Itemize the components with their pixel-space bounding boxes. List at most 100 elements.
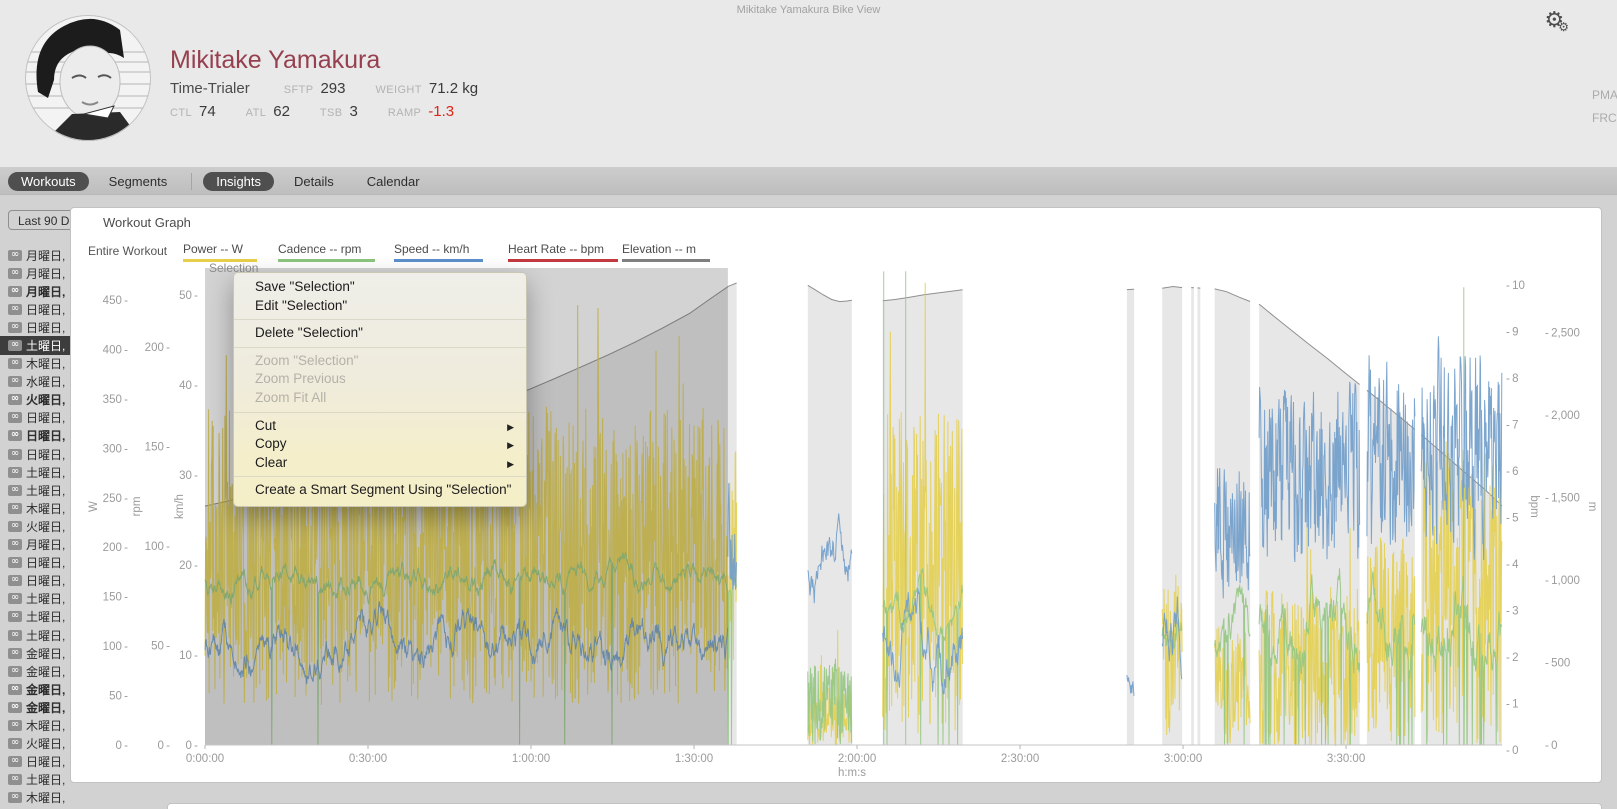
bike-workout-icon: ∞ <box>8 701 22 713</box>
workout-list-item-11[interactable]: ∞ 日曜日, <box>0 445 80 463</box>
menu-separator <box>234 476 526 478</box>
workout-item-label: 日曜日, <box>26 755 66 770</box>
workout-item-label: 火曜日, <box>26 393 66 408</box>
workout-list-item-15[interactable]: ∞ 火曜日, <box>0 517 80 535</box>
window-title: Mikitake Yamakura Bike View <box>736 4 881 16</box>
stat-label-ramp: RAMP <box>387 107 422 119</box>
scope-selector[interactable]: Entire Workout <box>88 244 167 258</box>
workout-item-label: 日曜日, <box>26 556 66 571</box>
stat-value-ramp: -1.3 <box>428 103 455 120</box>
menu-item-zoom-fit-all: Zoom Fit All <box>255 389 327 405</box>
menu-item-delete-selection[interactable]: Delete "Selection" <box>234 324 526 343</box>
workout-item-label: 日曜日, <box>26 574 66 589</box>
workout-list: ∞ 月曜日, ∞ 月曜日, ∞ 月曜日, ∞ 日曜日, ∞ 日曜日, ∞ 土曜日, ∞ 木曜日, ∞ 水曜日,… <box>0 246 80 807</box>
stat-label-tsb: TSB <box>319 107 343 119</box>
bike-workout-icon: ∞ <box>8 376 22 388</box>
bike-workout-icon: ∞ <box>8 321 22 333</box>
right-metric-labels: PMA FRC <box>1592 84 1617 130</box>
legend-item-heart-rate[interactable]: Heart Rate -- bpm <box>508 242 619 262</box>
bike-workout-icon: ∞ <box>8 593 22 605</box>
settings-gear-icon[interactable]: ⚙⚙ <box>1545 8 1576 34</box>
athlete-stats-row-2: CTL 74 ATL 62 TSB 3 RAMP -1.3 <box>170 103 484 121</box>
workout-list-item-20[interactable]: ∞ 土曜日, <box>0 608 80 626</box>
workout-list-item-1[interactable]: ∞ 月曜日, <box>0 264 80 282</box>
menu-item-clear[interactable]: Clear ▶ <box>234 454 526 473</box>
athlete-stats-row-1: Time-Trialer SFTP 293 WEIGHT 71.2 kg <box>170 80 508 98</box>
legend-item-power[interactable]: Power -- W <box>183 242 257 262</box>
workout-list-item-2[interactable]: ∞ 月曜日, <box>0 282 80 300</box>
workout-list-item-27[interactable]: ∞ 火曜日, <box>0 735 80 753</box>
bike-workout-icon: ∞ <box>8 683 22 695</box>
stat-label-weight: WEIGHT <box>375 84 422 96</box>
bike-workout-icon: ∞ <box>8 303 22 315</box>
workout-item-label: 木曜日, <box>26 718 66 733</box>
workout-list-item-21[interactable]: ∞ 土曜日, <box>0 626 80 644</box>
workout-list-item-23[interactable]: ∞ 金曜日, <box>0 662 80 680</box>
menu-item-edit-selection[interactable]: Edit "Selection" <box>234 297 526 316</box>
avatar <box>25 15 151 141</box>
legend-item-elevation[interactable]: Elevation -- m <box>622 242 711 262</box>
workout-list-item-28[interactable]: ∞ 日曜日, <box>0 753 80 771</box>
bike-workout-icon: ∞ <box>8 285 22 297</box>
workout-list-item-10[interactable]: ∞ 日曜日, <box>0 427 80 445</box>
workout-list-item-26[interactable]: ∞ 木曜日, <box>0 716 80 734</box>
workout-list-item-19[interactable]: ∞ 土曜日, <box>0 590 80 608</box>
workout-list-item-18[interactable]: ∞ 日曜日, <box>0 572 80 590</box>
tab-segments[interactable]: Segments <box>96 172 181 191</box>
workout-list-item-25[interactable]: ∞ 金曜日, <box>0 698 80 716</box>
workout-list-item-8[interactable]: ∞ 火曜日, <box>0 391 80 409</box>
bike-workout-icon: ∞ <box>8 756 22 768</box>
workout-list-item-24[interactable]: ∞ 金曜日, <box>0 680 80 698</box>
metric-label-pma: PMA <box>1592 88 1617 102</box>
legend-item-speed[interactable]: Speed -- km/h <box>394 242 484 262</box>
tab-workouts[interactable]: Workouts <box>8 171 89 191</box>
workout-item-label: 日曜日, <box>26 447 66 462</box>
workout-list-item-14[interactable]: ∞ 木曜日, <box>0 499 80 517</box>
workout-item-label: 日曜日, <box>26 429 66 444</box>
menu-item-save-selection[interactable]: Save "Selection" <box>234 278 526 297</box>
workout-list-item-12[interactable]: ∞ 土曜日, <box>0 463 80 481</box>
context-menu: Save "Selection" Edit "Selection" Delete "… <box>233 272 527 507</box>
workout-list-item-3[interactable]: ∞ 日曜日, <box>0 300 80 318</box>
workout-item-label: 水曜日, <box>26 375 66 390</box>
bike-workout-icon: ∞ <box>8 792 22 804</box>
workout-item-label: 金曜日, <box>26 646 66 661</box>
tab-calendar[interactable]: Calendar <box>354 172 433 191</box>
bike-workout-icon: ∞ <box>8 358 22 370</box>
workout-list-item-13[interactable]: ∞ 土曜日, <box>0 481 80 499</box>
workout-list-item-7[interactable]: ∞ 水曜日, <box>0 373 80 391</box>
menu-item-cut[interactable]: Cut ▶ <box>234 417 526 436</box>
menu-item-copy[interactable]: Copy ▶ <box>234 435 526 454</box>
legend-item-cadence[interactable]: Cadence -- rpm <box>278 242 376 262</box>
bike-workout-icon: ∞ <box>8 738 22 750</box>
workout-item-label: 土曜日, <box>26 339 66 354</box>
workout-list-item-30[interactable]: ∞ 木曜日, <box>0 789 80 807</box>
bike-workout-icon: ∞ <box>8 484 22 496</box>
bike-workout-icon: ∞ <box>8 267 22 279</box>
workout-item-label: 火曜日, <box>26 519 66 534</box>
bike-workout-icon: ∞ <box>8 539 22 551</box>
submenu-arrow-icon: ▶ <box>507 422 514 433</box>
bike-workout-icon: ∞ <box>8 719 22 731</box>
workout-list-item-6[interactable]: ∞ 木曜日, <box>0 355 80 373</box>
menu-item-create-a-smart-segment-using-selection[interactable]: Create a Smart Segment Using "Selection" <box>234 481 526 500</box>
tab-details[interactable]: Details <box>281 172 347 191</box>
workout-list-item-5[interactable]: ∞ 土曜日, <box>0 336 80 355</box>
workout-item-label: 土曜日, <box>26 465 66 480</box>
workout-item-label: 月曜日, <box>26 266 66 281</box>
workout-list-item-29[interactable]: ∞ 土曜日, <box>0 771 80 789</box>
tab-insights[interactable]: Insights <box>203 171 275 191</box>
menu-item-zoom-previous: Zoom Previous <box>255 371 346 387</box>
workout-list-item-17[interactable]: ∞ 日曜日, <box>0 554 80 572</box>
bike-workout-icon: ∞ <box>8 629 22 641</box>
bike-workout-icon: ∞ <box>8 502 22 514</box>
workout-item-label: 月曜日, <box>26 248 66 263</box>
workout-list-item-16[interactable]: ∞ 月曜日, <box>0 536 80 554</box>
workout-list-item-22[interactable]: ∞ 金曜日, <box>0 644 80 662</box>
bike-workout-icon: ∞ <box>8 448 22 460</box>
workout-list-item-4[interactable]: ∞ 日曜日, <box>0 318 80 336</box>
workout-list-item-0[interactable]: ∞ 月曜日, <box>0 246 80 264</box>
workout-item-label: 土曜日, <box>26 592 66 607</box>
workout-list-item-9[interactable]: ∞ 日曜日, <box>0 409 80 427</box>
next-panel-edge <box>167 803 1602 809</box>
